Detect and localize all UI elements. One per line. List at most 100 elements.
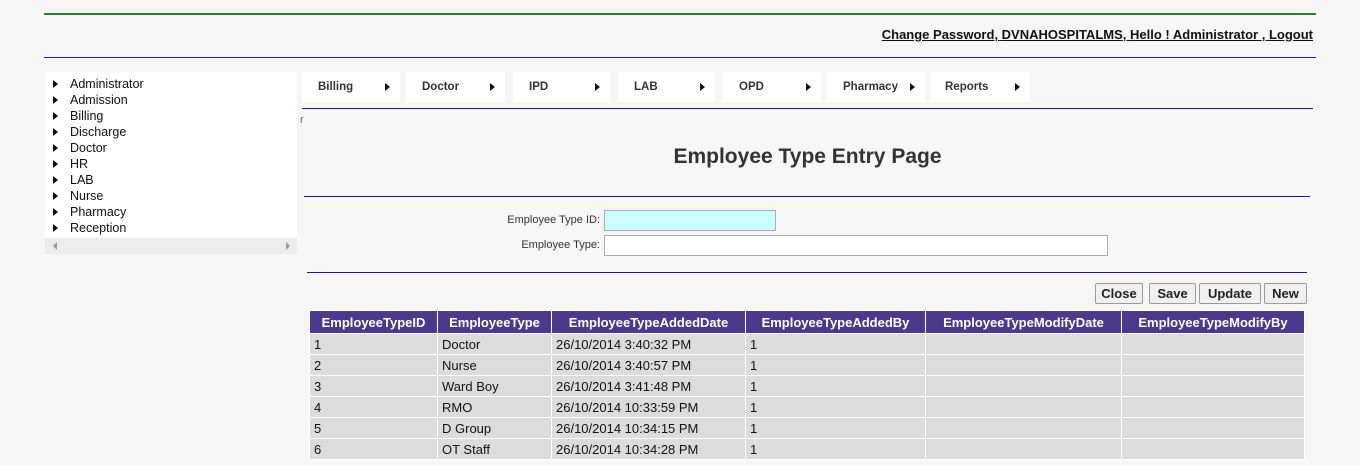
logout-link[interactable]: Logout [1269, 27, 1313, 42]
table-row[interactable]: 6 OT Staff 26/10/2014 10:34:28 PM 1 [309, 438, 1305, 460]
table-row[interactable]: 4 RMO 26/10/2014 10:33:59 PM 1 [309, 396, 1305, 418]
menu-item-opd[interactable]: OPD [723, 72, 821, 102]
expand-arrow-icon[interactable] [53, 144, 58, 152]
expand-arrow-icon[interactable] [53, 128, 58, 136]
sidebar-item-label: LAB [70, 173, 94, 187]
scroll-right-icon[interactable] [286, 242, 290, 250]
table-cell: 26/10/2014 10:34:15 PM [551, 417, 746, 439]
table-cell: Ward Boy [437, 375, 552, 397]
menu-item-label: Billing [318, 81, 354, 93]
table-cell [925, 333, 1122, 355]
expand-arrow-icon[interactable] [53, 208, 58, 216]
table-cell: 5 [309, 417, 438, 439]
sidebar-item-reception[interactable]: Reception [53, 220, 126, 236]
sidebar-horizontal-scrollbar[interactable] [45, 238, 297, 254]
top-divider [44, 13, 1316, 15]
table-cell: Nurse [437, 354, 552, 376]
employee-type-table: EmployeeTypeID EmployeeType EmployeeType… [309, 310, 1305, 460]
new-button[interactable]: New [1264, 283, 1307, 304]
save-button[interactable]: Save [1149, 283, 1196, 304]
close-button[interactable]: Close [1095, 283, 1143, 304]
table-cell [925, 375, 1122, 397]
expand-arrow-icon[interactable] [53, 176, 58, 184]
employee-type-input[interactable] [604, 235, 1108, 256]
table-cell [925, 417, 1122, 439]
table-cell [1121, 333, 1305, 355]
table-cell: 1 [745, 396, 926, 418]
sidebar-item-nurse[interactable]: Nurse [53, 188, 103, 204]
menu-item-lab[interactable]: LAB [618, 72, 715, 102]
table-cell: 26/10/2014 10:34:28 PM [551, 438, 746, 460]
expand-arrow-icon[interactable] [53, 112, 58, 120]
hospital-name-link[interactable]: DVNAHOSPITALMS [1002, 27, 1123, 42]
sidebar-item-doctor[interactable]: Doctor [53, 140, 107, 156]
header-separator: , [1261, 27, 1269, 42]
table-cell [1121, 417, 1305, 439]
table-cell: 1 [745, 333, 926, 355]
table-row[interactable]: 3 Ward Boy 26/10/2014 3:41:48 PM 1 [309, 375, 1305, 397]
table-cell: 3 [309, 375, 438, 397]
column-header[interactable]: EmployeeTypeModifyDate [925, 310, 1122, 334]
sidebar-item-admission[interactable]: Admission [53, 92, 128, 108]
menu-divider [302, 108, 1313, 109]
sidebar-item-label: HR [70, 157, 89, 171]
column-header[interactable]: EmployeeType [437, 310, 552, 334]
table-cell: 1 [745, 375, 926, 397]
menu-item-label: Doctor [422, 81, 460, 93]
menu-item-ipd[interactable]: IPD [513, 72, 610, 102]
page-title: Employee Type Entry Page [673, 145, 942, 168]
sidebar-item-hr[interactable]: HR [53, 156, 88, 172]
update-button[interactable]: Update [1199, 283, 1261, 304]
table-cell: 26/10/2014 3:40:32 PM [551, 333, 746, 355]
header-separator: , [1122, 27, 1131, 42]
table-cell: 26/10/2014 3:40:57 PM [551, 354, 746, 376]
menu-item-doctor[interactable]: Doctor [406, 72, 505, 102]
sidebar-item-administrator[interactable]: Administrator [53, 76, 144, 92]
table-cell [1121, 354, 1305, 376]
table-cell: 1 [309, 333, 438, 355]
sidebar-item-billing[interactable]: Billing [53, 108, 103, 124]
column-header[interactable]: EmployeeTypeModifyBy [1121, 310, 1305, 334]
table-cell: 1 [745, 438, 926, 460]
expand-arrow-icon[interactable] [53, 224, 58, 232]
table-cell: 1 [745, 417, 926, 439]
table-cell: 6 [309, 438, 438, 460]
table-row[interactable]: 1 Doctor 26/10/2014 3:40:32 PM 1 [309, 333, 1305, 355]
column-header[interactable]: EmployeeTypeAddedDate [551, 310, 746, 334]
sidebar-item-lab[interactable]: LAB [53, 172, 94, 188]
scroll-left-icon[interactable] [53, 242, 57, 250]
table-header-row: EmployeeTypeID EmployeeType EmployeeType… [309, 310, 1305, 334]
expand-arrow-icon[interactable] [53, 160, 58, 168]
header-separator: , [994, 27, 1002, 42]
table-row[interactable]: 2 Nurse 26/10/2014 3:40:57 PM 1 [309, 354, 1305, 376]
change-password-link[interactable]: Change Password [882, 27, 995, 42]
submenu-arrow-icon [910, 83, 915, 91]
expand-arrow-icon[interactable] [53, 80, 58, 88]
menu-item-label: LAB [634, 81, 658, 93]
form-divider [307, 272, 1307, 273]
table-cell: 1 [745, 354, 926, 376]
menu-item-pharmacy[interactable]: Pharmacy [827, 72, 925, 102]
menu-item-label: IPD [529, 81, 549, 93]
expand-arrow-icon[interactable] [53, 96, 58, 104]
sidebar-item-discharge[interactable]: Discharge [53, 124, 126, 140]
expand-arrow-icon[interactable] [53, 192, 58, 200]
menu-item-label: Reports [945, 81, 989, 93]
table-row[interactable]: 5D Group 26/10/2014 10:34:15 PM 1 [309, 417, 1305, 439]
employee-type-id-label: Employee Type ID: [507, 214, 600, 226]
stray-text: r [300, 114, 304, 126]
sidebar-item-pharmacy[interactable]: Pharmacy [53, 204, 126, 220]
menu-item-billing[interactable]: Billing [302, 72, 400, 102]
column-header[interactable]: EmployeeTypeAddedBy [745, 310, 926, 334]
title-divider [304, 196, 1310, 197]
menu-item-reports[interactable]: Reports [931, 72, 1030, 102]
table-cell: RMO [437, 396, 552, 418]
column-header[interactable]: EmployeeTypeID [309, 310, 438, 334]
table-cell: 2 [309, 354, 438, 376]
sidebar-item-label: Nurse [70, 189, 104, 203]
greeting-link[interactable]: Hello ! Administrator [1130, 27, 1262, 42]
employee-type-id-input[interactable] [604, 210, 776, 231]
table-cell: 26/10/2014 10:33:59 PM [551, 396, 746, 418]
table-cell: 4 [309, 396, 438, 418]
sidebar-item-label: Discharge [70, 125, 127, 139]
